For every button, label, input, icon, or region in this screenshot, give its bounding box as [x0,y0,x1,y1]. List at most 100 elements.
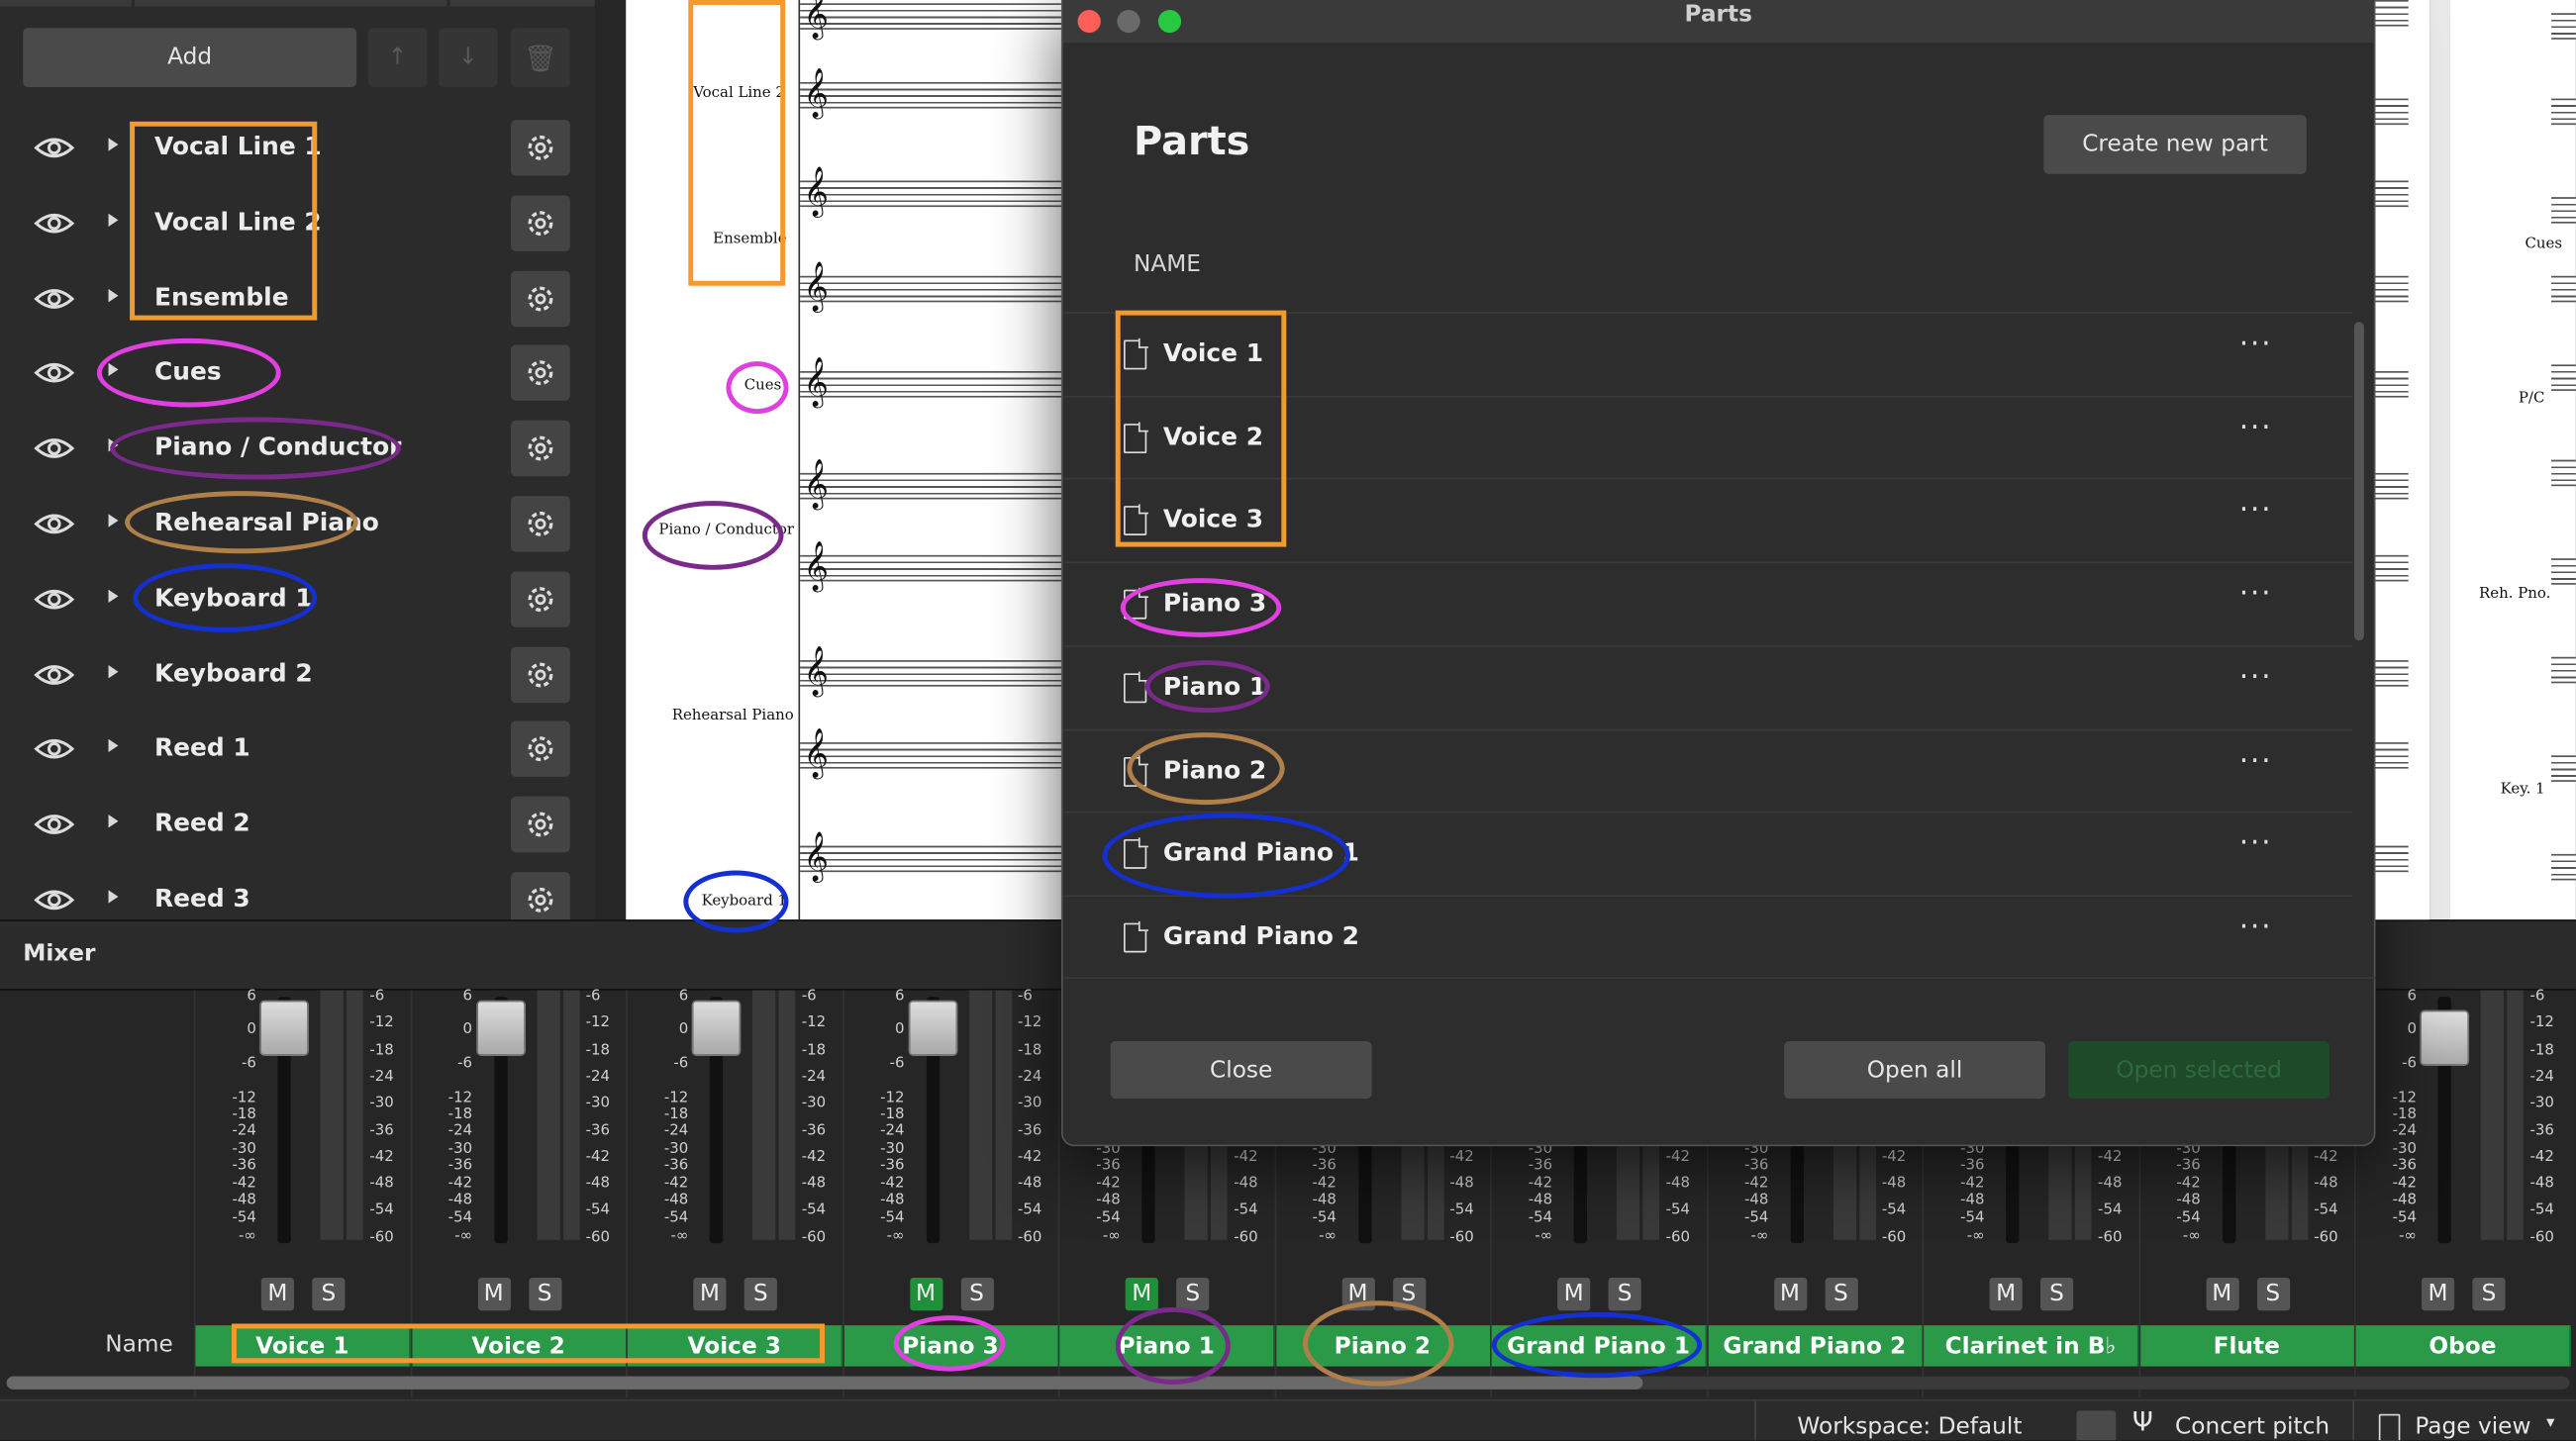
channel-name[interactable]: Oboe [2355,1325,2571,1367]
instrument-row[interactable]: Ensemble [0,260,595,336]
mixer-scrollbar[interactable] [6,1376,2570,1390]
move-down-button[interactable]: ↓ [439,28,498,87]
solo-button[interactable]: S [1824,1278,1857,1311]
solo-button[interactable]: S [1608,1278,1641,1311]
more-options-button[interactable]: ··· [2239,577,2272,612]
instrument-row[interactable]: Piano / Conductor [0,411,595,486]
instrument-row[interactable]: Reed 1 [0,712,595,787]
channel-name[interactable]: Voice 2 [411,1325,628,1367]
instrument-row[interactable]: Keyboard 1 [0,561,595,636]
eye-icon[interactable] [33,280,75,317]
workspace-selector[interactable]: Workspace: Default [1797,1414,2022,1441]
fader-cap[interactable] [907,1000,957,1056]
settings-gear-icon[interactable] [511,496,570,552]
more-options-button[interactable]: ··· [2239,493,2272,528]
expand-triangle-icon[interactable] [108,363,119,377]
panel-tab[interactable] [0,0,132,7]
part-row[interactable]: Piano 3 ··· [1064,561,2353,644]
settings-gear-icon[interactable] [511,345,570,402]
add-button[interactable]: Add [23,28,357,87]
expand-triangle-icon[interactable] [108,514,119,528]
solo-button[interactable]: S [2039,1278,2074,1311]
solo-button[interactable]: S [528,1278,561,1311]
concert-pitch-label[interactable]: Concert pitch [2175,1414,2329,1441]
move-up-button[interactable]: ↑ [367,28,428,87]
open-selected-button[interactable]: Open selected [2068,1041,2330,1100]
settings-gear-icon[interactable] [511,721,570,778]
instrument-row[interactable]: Rehearsal Piano [0,486,595,561]
solo-button[interactable]: S [312,1278,346,1311]
part-row[interactable]: Grand Piano 1 ··· [1064,812,2353,894]
eye-icon[interactable] [33,205,75,241]
settings-gear-icon[interactable] [511,797,570,853]
instrument-row[interactable]: Vocal Line 1 [0,110,595,185]
delete-button[interactable]: 🗑 [511,28,570,87]
more-options-button[interactable]: ··· [2239,910,2272,944]
solo-button[interactable]: S [1176,1278,1210,1311]
eye-icon[interactable] [33,731,75,768]
instrument-row[interactable]: Keyboard 2 [0,636,595,712]
solo-button[interactable]: S [743,1278,777,1311]
channel-name[interactable]: Piano 2 [1275,1325,1491,1367]
mute-button[interactable]: M [1125,1278,1158,1311]
settings-gear-icon[interactable] [511,195,570,251]
settings-gear-icon[interactable] [511,571,570,627]
concert-pitch-toggle[interactable] [2076,1410,2117,1441]
mute-button[interactable]: M [693,1278,727,1311]
eye-icon[interactable] [33,581,75,618]
settings-gear-icon[interactable] [511,646,570,703]
expand-triangle-icon[interactable] [108,138,119,151]
more-options-button[interactable]: ··· [2239,743,2272,778]
channel-name[interactable]: Grand Piano 2 [1707,1325,1924,1367]
part-row[interactable]: Voice 3 ··· [1064,478,2353,561]
close-button[interactable]: Close [1110,1041,1372,1100]
solo-button[interactable]: S [1392,1278,1426,1311]
fader-cap[interactable] [2420,1009,2470,1066]
eye-icon[interactable] [33,807,75,843]
mute-button[interactable]: M [477,1278,511,1311]
eye-icon[interactable] [33,130,75,166]
expand-triangle-icon[interactable] [108,664,119,678]
eye-icon[interactable] [33,431,75,467]
fader-cap[interactable] [691,1000,742,1056]
solo-button[interactable]: S [2472,1278,2506,1311]
expand-triangle-icon[interactable] [108,438,119,452]
view-selector[interactable]: Page view [2415,1414,2530,1441]
channel-name[interactable]: Clarinet in B♭ [1924,1325,2139,1367]
fader-cap[interactable] [475,1000,526,1056]
settings-gear-icon[interactable] [511,421,570,477]
channel-name[interactable]: Voice 1 [195,1325,411,1367]
expand-triangle-icon[interactable] [108,213,119,227]
channel-name[interactable]: Voice 3 [627,1325,843,1367]
channel-name[interactable]: Flute [2139,1325,2355,1367]
panel-tab[interactable] [449,0,595,7]
expand-triangle-icon[interactable] [108,890,119,904]
expand-triangle-icon[interactable] [108,739,119,753]
create-new-part-button[interactable]: Create new part [2043,115,2307,174]
channel-name[interactable]: Grand Piano 1 [1491,1325,1708,1367]
part-row[interactable]: Piano 2 ··· [1064,727,2353,811]
mute-button[interactable]: M [909,1278,942,1311]
scrollbar-thumb[interactable] [6,1376,1643,1390]
mute-button[interactable]: M [2421,1278,2455,1311]
settings-gear-icon[interactable] [511,120,570,176]
panel-tab[interactable] [135,0,447,7]
solo-button[interactable]: S [959,1278,994,1311]
part-row[interactable]: Grand Piano 2 ··· [1064,895,2353,977]
eye-icon[interactable] [33,656,75,693]
channel-name[interactable]: Piano 3 [843,1325,1059,1367]
mute-button[interactable]: M [1989,1278,2023,1311]
mute-button[interactable]: M [2205,1278,2238,1311]
more-options-button[interactable]: ··· [2239,327,2272,361]
mute-button[interactable]: M [1773,1278,1807,1311]
expand-triangle-icon[interactable] [108,288,119,302]
eye-icon[interactable] [33,355,75,392]
more-options-button[interactable]: ··· [2239,410,2272,444]
part-row[interactable]: Voice 1 ··· [1064,312,2353,394]
instrument-row[interactable]: Reed 2 [0,787,595,862]
expand-triangle-icon[interactable] [108,589,119,603]
eye-icon[interactable] [33,882,75,918]
instrument-row[interactable]: Vocal Line 2 [0,185,595,260]
more-options-button[interactable]: ··· [2239,826,2272,861]
channel-name[interactable]: Piano 1 [1059,1325,1275,1367]
